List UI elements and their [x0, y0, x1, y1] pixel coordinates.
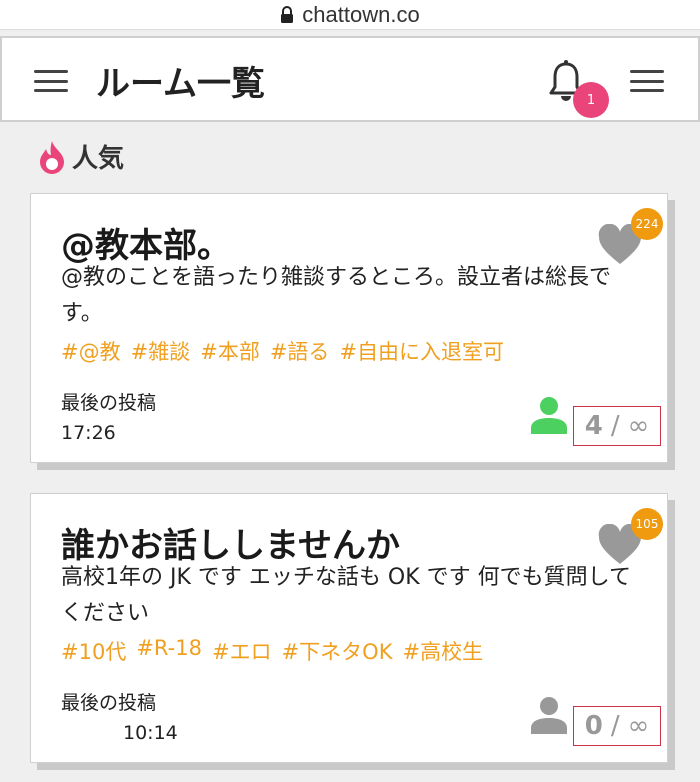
member-capacity: ∞: [627, 411, 650, 441]
person-offline-icon: [531, 697, 567, 734]
like-count-badge: 224: [631, 208, 663, 240]
room-description: 高校1年の JK です エッチな話も OK です 何でも質問してください: [61, 565, 631, 626]
room-tags: #@教 #雑談 #本部 #語る #自由に入退室可: [61, 336, 514, 366]
app-header: ルーム一覧 1: [0, 36, 700, 122]
menu-icon[interactable]: [630, 70, 664, 92]
room-tag[interactable]: #自由に入退室可: [339, 336, 504, 366]
section-title: 人気: [72, 144, 125, 174]
member-count: 4 / ∞: [573, 406, 661, 446]
last-post-label: 最後の投稿: [61, 692, 157, 714]
room-tag[interactable]: #@教: [61, 336, 121, 366]
member-capacity: ∞: [627, 711, 650, 741]
room-tag[interactable]: #高校生: [402, 636, 483, 666]
member-count: 0 / ∞: [573, 706, 661, 746]
notification-badge: 1: [573, 82, 609, 118]
page-title: ルーム一覧: [96, 64, 265, 104]
room-tag[interactable]: #下ネタOK: [282, 636, 393, 666]
room-tag[interactable]: #語る: [270, 336, 330, 366]
flame-icon: [40, 140, 64, 174]
room-tag[interactable]: #雑談: [131, 336, 191, 366]
last-post-time: 17:26: [61, 422, 116, 444]
room-tag[interactable]: #エロ: [212, 636, 272, 666]
member-separator: /: [610, 711, 620, 741]
member-separator: /: [610, 411, 620, 441]
like-count-badge: 105: [631, 508, 663, 540]
member-current: 0: [584, 711, 603, 741]
room-tags: #10代 #R-18 #エロ #下ネタOK #高校生: [61, 636, 493, 666]
popular-section-header: 人気: [36, 138, 124, 175]
last-post-label: 最後の投稿: [61, 392, 157, 414]
lock-icon: [281, 5, 294, 23]
room-tag[interactable]: #10代: [61, 636, 126, 666]
member-current: 4: [584, 411, 603, 441]
room-card[interactable]: @教本部。 @教のことを語ったり雑談するところ。設立者は総長です。 #@教 #雑…: [30, 193, 668, 463]
browser-url: chattown.co: [302, 1, 420, 27]
hamburger-menu-icon[interactable]: [34, 70, 68, 92]
last-post-time: 10:14: [123, 722, 178, 744]
browser-url-bar[interactable]: chattown.co: [0, 0, 700, 30]
person-online-icon: [531, 397, 567, 434]
room-tag[interactable]: #本部: [200, 336, 260, 366]
room-description: @教のことを語ったり雑談するところ。設立者は総長です。: [61, 265, 612, 326]
room-card[interactable]: 誰かお話ししませんか 高校1年の JK です エッチな話も OK です 何でも質…: [30, 493, 668, 763]
room-tag[interactable]: #R-18: [136, 636, 202, 666]
